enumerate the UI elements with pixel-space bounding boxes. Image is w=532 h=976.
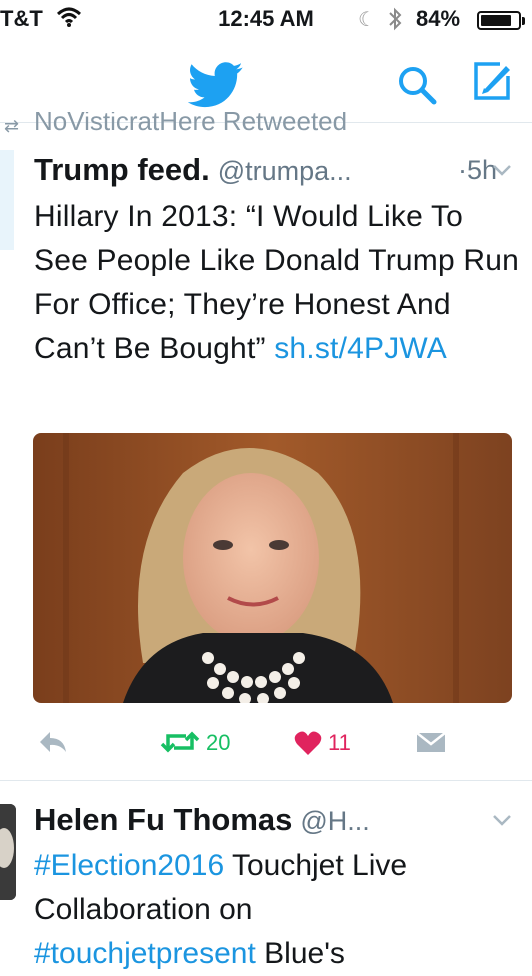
tweet-avatar-edge: [0, 150, 14, 250]
retweet-context-text[interactable]: NoVisticratHere Retweeted: [34, 112, 347, 136]
battery-icon: [477, 11, 525, 30]
search-icon[interactable]: [396, 64, 438, 111]
retweet-icon[interactable]: [160, 728, 200, 762]
tweet-actions: 20 11: [0, 720, 532, 768]
hashtag-link[interactable]: #Election2016: [34, 849, 224, 882]
tweet-text: Hillary In 2013: “I Would Like To See Pe…: [34, 195, 524, 371]
hashtag-link[interactable]: #touchjetpresent: [34, 937, 256, 970]
moon-icon: ☾: [358, 9, 376, 31]
chevron-down-icon[interactable]: [490, 800, 514, 845]
status-bar: T&T 12:45 AM ☾ 84%: [0, 0, 532, 40]
reply-icon[interactable]: [36, 728, 68, 762]
retweet-count: 20: [206, 730, 231, 755]
tweet-header: Trump feed. @trumpa... ·5h: [34, 152, 524, 192]
retweet-small-icon: ⇄: [4, 116, 20, 136]
tweet-display-name[interactable]: Trump feed.: [34, 152, 210, 187]
twitter-bird-icon[interactable]: [187, 62, 244, 113]
bluetooth-icon: [387, 5, 403, 38]
retweet-context: ⇄ NoVisticratHere Retweeted: [0, 112, 532, 136]
tweet-handle[interactable]: @H...: [300, 806, 369, 836]
tweet-link[interactable]: sh.st/4PJWA: [274, 332, 447, 365]
compose-icon[interactable]: [470, 60, 514, 109]
tweet-text-tail: Blue's: [255, 937, 345, 970]
avatar[interactable]: [0, 804, 16, 900]
battery-fill: [481, 15, 511, 26]
battery-percent: 84%: [416, 6, 461, 31]
tweet-header: Helen Fu Thomas @H...: [34, 802, 524, 842]
tweet-text: #Election2016 Touchjet Live Collaboratio…: [34, 844, 524, 976]
tweet-display-name[interactable]: Helen Fu Thomas: [34, 802, 292, 837]
tweet-divider: [0, 780, 532, 781]
nav-bar: [0, 40, 532, 123]
chevron-down-icon[interactable]: [490, 150, 514, 195]
direct-message-icon[interactable]: [416, 730, 446, 760]
tweet-handle[interactable]: @trumpa...: [218, 156, 352, 186]
tweet-photo[interactable]: [33, 433, 512, 703]
like-count: 11: [328, 730, 351, 755]
like-icon[interactable]: [294, 730, 322, 762]
